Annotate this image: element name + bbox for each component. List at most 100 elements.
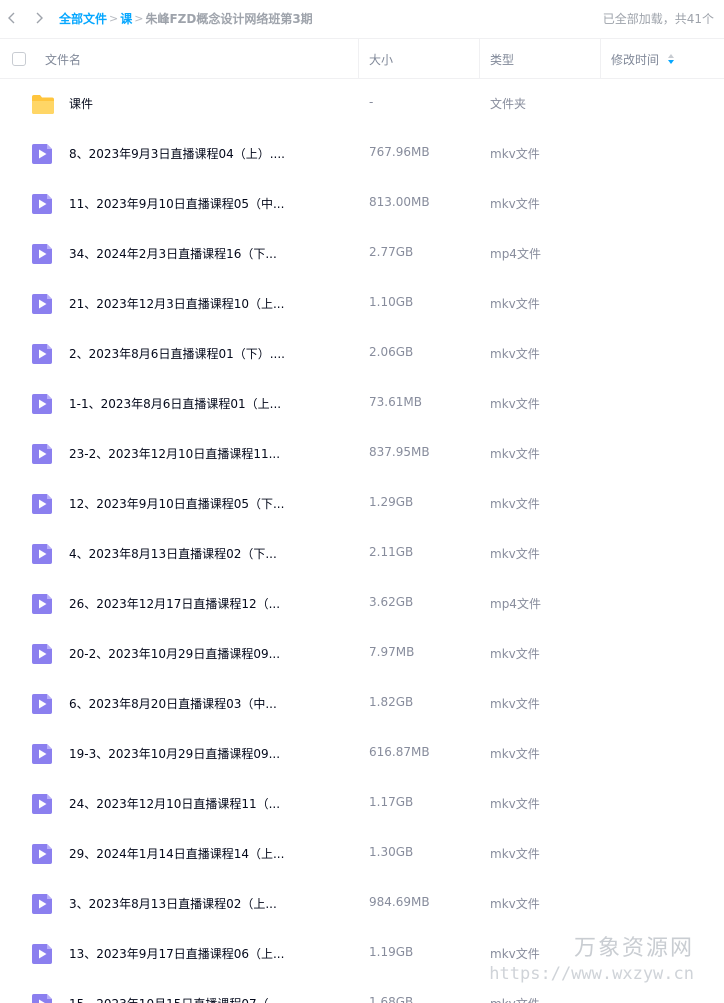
breadcrumb-folder[interactable]: 课 (120, 10, 132, 27)
file-type: mkv文件 (490, 947, 540, 961)
table-header: 文件名 大小 类型 修改时间 (0, 38, 724, 79)
chevron-right-icon (36, 12, 43, 24)
file-type: mkv文件 (490, 797, 540, 811)
column-header-name[interactable]: 文件名 (45, 39, 81, 79)
breadcrumb: 全部文件 > 课 > 朱峰FZD概念设计网络班第3期 (59, 9, 313, 27)
video-file-icon (31, 843, 55, 865)
video-file-icon (31, 243, 55, 265)
video-file-icon (31, 143, 55, 165)
table-row[interactable]: 4、2023年8月13日直播课程02（下... 2.11GB mkv文件 (0, 529, 724, 579)
video-file-icon (31, 993, 55, 1003)
file-type: mkv文件 (490, 397, 540, 411)
file-name[interactable]: 6、2023年8月20日直播课程03（中... (69, 695, 349, 712)
file-name[interactable]: 4、2023年8月13日直播课程02（下... (69, 545, 349, 562)
file-name[interactable]: 15、2023年10月15日直播课程07（... (69, 995, 349, 1003)
file-name[interactable]: 24、2023年12月10日直播课程11（... (69, 795, 349, 812)
video-file-icon (31, 893, 55, 915)
file-name[interactable]: 23-2、2023年12月10日直播课程11... (69, 445, 349, 462)
file-size: 2.11GB (369, 545, 414, 559)
file-size: 2.06GB (369, 345, 414, 359)
table-row[interactable]: 20-2、2023年10月29日直播课程09... 7.97MB mkv文件 (0, 629, 724, 679)
table-row[interactable]: 26、2023年12月17日直播课程12（... 3.62GB mp4文件 (0, 579, 724, 629)
table-row[interactable]: 21、2023年12月3日直播课程10（上... 1.10GB mkv文件 (0, 279, 724, 329)
chevron-left-icon (8, 12, 15, 24)
file-type: mkv文件 (490, 497, 540, 511)
video-file-icon (31, 643, 55, 665)
video-file-icon (31, 443, 55, 465)
table-row[interactable]: 12、2023年9月10日直播课程05（下... 1.29GB mkv文件 (0, 479, 724, 529)
file-size: 767.96MB (369, 145, 430, 159)
table-row[interactable]: 15、2023年10月15日直播课程07（... 1.68GB mkv文件 (0, 979, 724, 1003)
video-file-icon (31, 193, 55, 215)
table-row[interactable]: 3、2023年8月13日直播课程02（上... 984.69MB mkv文件 (0, 879, 724, 929)
table-row[interactable]: 13、2023年9月17日直播课程06（上... 1.19GB mkv文件 (0, 929, 724, 979)
file-name[interactable]: 11、2023年9月10日直播课程05（中... (69, 195, 349, 212)
column-divider (479, 39, 480, 79)
breadcrumb-separator: > (134, 11, 144, 25)
forward-button[interactable] (30, 9, 48, 27)
breadcrumb-separator: > (109, 11, 119, 25)
column-header-modified[interactable]: 修改时间 (611, 39, 675, 79)
select-all-checkbox[interactable] (12, 52, 26, 66)
back-button[interactable] (3, 9, 21, 27)
file-size: 837.95MB (369, 445, 430, 459)
file-type: mkv文件 (490, 297, 540, 311)
table-row[interactable]: 6、2023年8月20日直播课程03（中... 1.82GB mkv文件 (0, 679, 724, 729)
column-divider (600, 39, 601, 79)
file-type: mkv文件 (490, 847, 540, 861)
table-row[interactable]: 24、2023年12月10日直播课程11（... 1.17GB mkv文件 (0, 779, 724, 829)
file-type: mkv文件 (490, 747, 540, 761)
file-size: 1.30GB (369, 845, 414, 859)
file-name[interactable]: 13、2023年9月17日直播课程06（上... (69, 945, 349, 962)
sort-icon[interactable] (667, 53, 675, 65)
video-file-icon (31, 793, 55, 815)
table-row[interactable]: 2、2023年8月6日直播课程01（下）.... 2.06GB mkv文件 (0, 329, 724, 379)
file-name[interactable]: 12、2023年9月10日直播课程05（下... (69, 495, 349, 512)
file-name[interactable]: 34、2024年2月3日直播课程16（下... (69, 245, 349, 262)
table-row[interactable]: 34、2024年2月3日直播课程16（下... 2.77GB mp4文件 (0, 229, 724, 279)
file-type: mkv文件 (490, 697, 540, 711)
file-name[interactable]: 3、2023年8月13日直播课程02（上... (69, 895, 349, 912)
breadcrumb-current: 朱峰FZD概念设计网络班第3期 (145, 11, 313, 26)
load-status: 已全部加载，共41个 (602, 12, 714, 26)
file-size: 1.29GB (369, 495, 414, 509)
table-row[interactable]: 8、2023年9月3日直播课程04（上）.... 767.96MB mkv文件 (0, 129, 724, 179)
video-file-icon (31, 743, 55, 765)
file-name[interactable]: 21、2023年12月3日直播课程10（上... (69, 295, 349, 312)
file-size: 1.10GB (369, 295, 414, 309)
file-name[interactable]: 1-1、2023年8月6日直播课程01（上... (69, 395, 349, 412)
video-file-icon (31, 393, 55, 415)
file-size: 73.61MB (369, 395, 422, 409)
column-header-type[interactable]: 类型 (490, 39, 514, 79)
file-type: mkv文件 (490, 347, 540, 361)
video-file-icon (31, 693, 55, 715)
file-size: 1.68GB (369, 995, 414, 1003)
file-name[interactable]: 19-3、2023年10月29日直播课程09... (69, 745, 349, 762)
column-header-modified-label: 修改时间 (611, 52, 660, 67)
table-row[interactable]: 19-3、2023年10月29日直播课程09... 616.87MB mkv文件 (0, 729, 724, 779)
file-name[interactable]: 2、2023年8月6日直播课程01（下）.... (69, 345, 349, 362)
breadcrumb-bar: 全部文件 > 课 > 朱峰FZD概念设计网络班第3期 已全部加载，共41个 (0, 0, 724, 36)
file-name[interactable]: 26、2023年12月17日直播课程12（... (69, 595, 349, 612)
file-type: mp4文件 (490, 247, 541, 261)
table-row[interactable]: 1-1、2023年8月6日直播课程01（上... 73.61MB mkv文件 (0, 379, 724, 429)
table-row[interactable]: 23-2、2023年12月10日直播课程11... 837.95MB mkv文件 (0, 429, 724, 479)
file-browser: 全部文件 > 课 > 朱峰FZD概念设计网络班第3期 已全部加载，共41个 文件… (0, 0, 724, 1003)
file-type: mkv文件 (490, 647, 540, 661)
table-row[interactable]: 29、2024年1月14日直播课程14（上... 1.30GB mkv文件 (0, 829, 724, 879)
table-row[interactable]: 课件 - 文件夹 (0, 79, 724, 129)
file-type: 文件夹 (490, 97, 527, 111)
file-name[interactable]: 8、2023年9月3日直播课程04（上）.... (69, 145, 349, 162)
column-header-size[interactable]: 大小 (369, 39, 393, 79)
table-row[interactable]: 11、2023年9月10日直播课程05（中... 813.00MB mkv文件 (0, 179, 724, 229)
file-size: 1.17GB (369, 795, 414, 809)
folder-icon (31, 93, 55, 115)
file-name[interactable]: 课件 (69, 95, 349, 112)
file-type: mkv文件 (490, 447, 540, 461)
file-type: mkv文件 (490, 547, 540, 561)
file-name[interactable]: 29、2024年1月14日直播课程14（上... (69, 845, 349, 862)
file-type: mkv文件 (490, 897, 540, 911)
breadcrumb-all-files[interactable]: 全部文件 (59, 10, 107, 27)
file-name[interactable]: 20-2、2023年10月29日直播课程09... (69, 645, 349, 662)
file-type: mp4文件 (490, 597, 541, 611)
